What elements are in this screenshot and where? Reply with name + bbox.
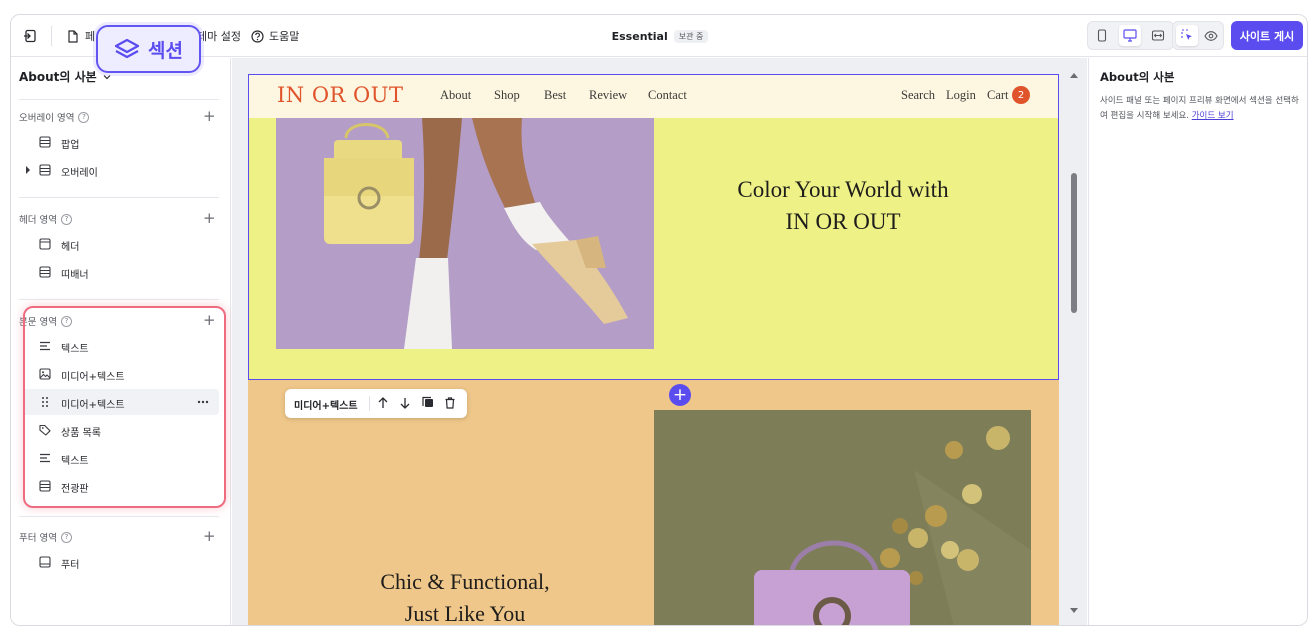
hero-image-illustration	[276, 118, 654, 349]
nav-link-contact[interactable]: Contact	[648, 88, 687, 103]
desktop-icon	[1123, 29, 1137, 42]
second-section-heading[interactable]: Chic & Functional, Just Like You	[276, 566, 654, 626]
add-overlay-section-button[interactable]: +	[203, 109, 216, 124]
section-item-banner[interactable]: 띠배너	[23, 259, 219, 285]
nav-link-about[interactable]: About	[440, 88, 471, 103]
scroll-thumb[interactable]	[1071, 173, 1077, 313]
section-item-label: 헤더	[61, 242, 80, 253]
settings-panel-title: About의 사본	[1100, 70, 1175, 84]
preview-mode-button[interactable]	[1200, 25, 1222, 46]
section-item-header[interactable]: 헤더	[23, 231, 219, 257]
fullwidth-icon	[1151, 30, 1165, 41]
section-item-popup[interactable]: 팝업	[23, 129, 219, 155]
header-icon	[39, 238, 51, 250]
site-header[interactable]: IN OR OUT About Shop Best Review Contact…	[248, 74, 1059, 118]
nav-link-login[interactable]: Login	[946, 88, 976, 103]
group-title: 푸터 영역	[19, 533, 57, 544]
section-toolbar: 미디어+텍스트	[285, 389, 467, 418]
panel-divider	[19, 299, 219, 300]
section-item-label: 오버레이	[61, 168, 98, 179]
second-heading-line2: Just Like You	[404, 601, 526, 626]
section-icon	[39, 136, 51, 148]
device-switcher	[1087, 21, 1174, 50]
hero-heading-line2: IN OR OUT	[785, 209, 901, 234]
publish-site-button[interactable]: 사이트 게시	[1231, 21, 1303, 50]
fullwidth-view-button[interactable]	[1147, 25, 1169, 46]
second-section-image	[654, 410, 1031, 625]
site-status-badge: 보관 중	[673, 29, 709, 43]
section-icon	[39, 266, 51, 278]
panel-divider	[19, 516, 219, 517]
site-name: Essential	[611, 29, 668, 43]
site-preview: IN OR OUT About Shop Best Review Contact…	[248, 74, 1059, 626]
section-item-label: 팝업	[61, 140, 80, 151]
site-logo[interactable]: IN OR OUT	[277, 83, 403, 107]
move-down-icon[interactable]	[398, 396, 412, 410]
hero-heading[interactable]: Color Your World with IN OR OUT	[668, 174, 1018, 238]
group-title: 헤더 영역	[19, 215, 57, 226]
group-title: 오버레이 영역	[19, 113, 75, 124]
panel-divider	[19, 197, 219, 198]
sections-sidebar: About의 사본 오버레이 영역 ? + 팝업 오버레이 헤더 영역 ? + …	[11, 58, 231, 625]
help-circle-icon[interactable]: ?	[78, 111, 90, 123]
add-section-button[interactable]: +	[669, 384, 691, 406]
page-title: About의 사본	[19, 70, 97, 84]
section-item-label: 푸터	[61, 560, 80, 571]
page-selector[interactable]: About의 사본	[19, 68, 111, 85]
add-footer-section-button[interactable]: +	[203, 529, 216, 544]
editor-window: 페 테마 설정 도움말 Essential 보관 중 사이트 게시 섹션 Abo…	[10, 14, 1308, 626]
desktop-view-button[interactable]	[1119, 25, 1141, 46]
body-area-highlight	[23, 306, 226, 508]
select-mode-button[interactable]	[1176, 25, 1198, 46]
guide-link[interactable]: 가이드 보기	[1192, 111, 1234, 121]
preview-canvas: IN OR OUT About Shop Best Review Contact…	[232, 58, 1087, 626]
sections-panel-button[interactable]: 섹션	[96, 25, 201, 73]
group-footer-header: 푸터 영역 ?	[19, 530, 72, 544]
nav-link-shop[interactable]: Shop	[494, 88, 520, 103]
group-overlay-header: 오버레이 영역 ?	[19, 110, 90, 124]
edit-mode-switcher	[1172, 21, 1224, 50]
sections-panel-label: 섹션	[148, 39, 183, 62]
footer-icon	[39, 556, 51, 568]
chevron-down-icon	[103, 74, 111, 79]
group-header-header: 헤더 영역 ?	[19, 212, 72, 226]
add-header-section-button[interactable]: +	[203, 211, 216, 226]
section-item-overlay[interactable]: 오버레이	[23, 157, 219, 183]
coins-bag-illustration	[654, 410, 1031, 625]
move-up-icon[interactable]	[376, 396, 390, 410]
toolbar-divider	[369, 396, 370, 411]
second-heading-line1: Chic & Functional,	[380, 569, 550, 594]
mobile-view-button[interactable]	[1091, 25, 1113, 46]
duplicate-icon[interactable]	[421, 396, 435, 410]
scroll-down-arrow-icon[interactable]	[1070, 608, 1078, 614]
layers-icon	[114, 38, 140, 59]
media-text-section-hero[interactable]: Color Your World with IN OR OUT	[248, 118, 1059, 380]
hero-image	[276, 118, 654, 349]
nav-link-best[interactable]: Best	[544, 88, 566, 103]
eye-icon	[1204, 30, 1218, 41]
section-item-footer[interactable]: 푸터	[23, 549, 219, 575]
hero-heading-line1: Color Your World with	[737, 177, 949, 202]
top-toolbar: 페 테마 설정 도움말 Essential 보관 중 사이트 게시	[11, 15, 1307, 57]
help-circle-icon[interactable]: ?	[60, 531, 72, 543]
caret-right-icon[interactable]	[25, 166, 31, 174]
scroll-up-arrow-icon[interactable]	[1070, 72, 1078, 78]
cart-count-badge: 2	[1012, 86, 1030, 104]
section-icon	[39, 164, 51, 176]
nav-link-search[interactable]: Search	[901, 88, 935, 103]
trash-icon[interactable]	[443, 396, 457, 410]
panel-divider	[19, 99, 219, 100]
section-item-label: 띠배너	[61, 270, 89, 281]
section-toolbar-label: 미디어+텍스트	[294, 401, 358, 412]
settings-panel-description: 사이드 패널 또는 페이지 프리뷰 화면에서 섹션을 선택하여 편집을 시작해 …	[1100, 94, 1305, 124]
nav-link-cart[interactable]: Cart	[987, 88, 1009, 103]
nav-link-review[interactable]: Review	[589, 88, 627, 103]
canvas-scrollbar[interactable]	[1068, 70, 1080, 618]
mobile-icon	[1097, 29, 1107, 42]
help-circle-icon[interactable]: ?	[60, 213, 72, 225]
settings-panel: About의 사본 사이드 패널 또는 페이지 프리뷰 화면에서 섹션을 선택하…	[1088, 58, 1307, 625]
select-cursor-icon	[1180, 29, 1192, 40]
